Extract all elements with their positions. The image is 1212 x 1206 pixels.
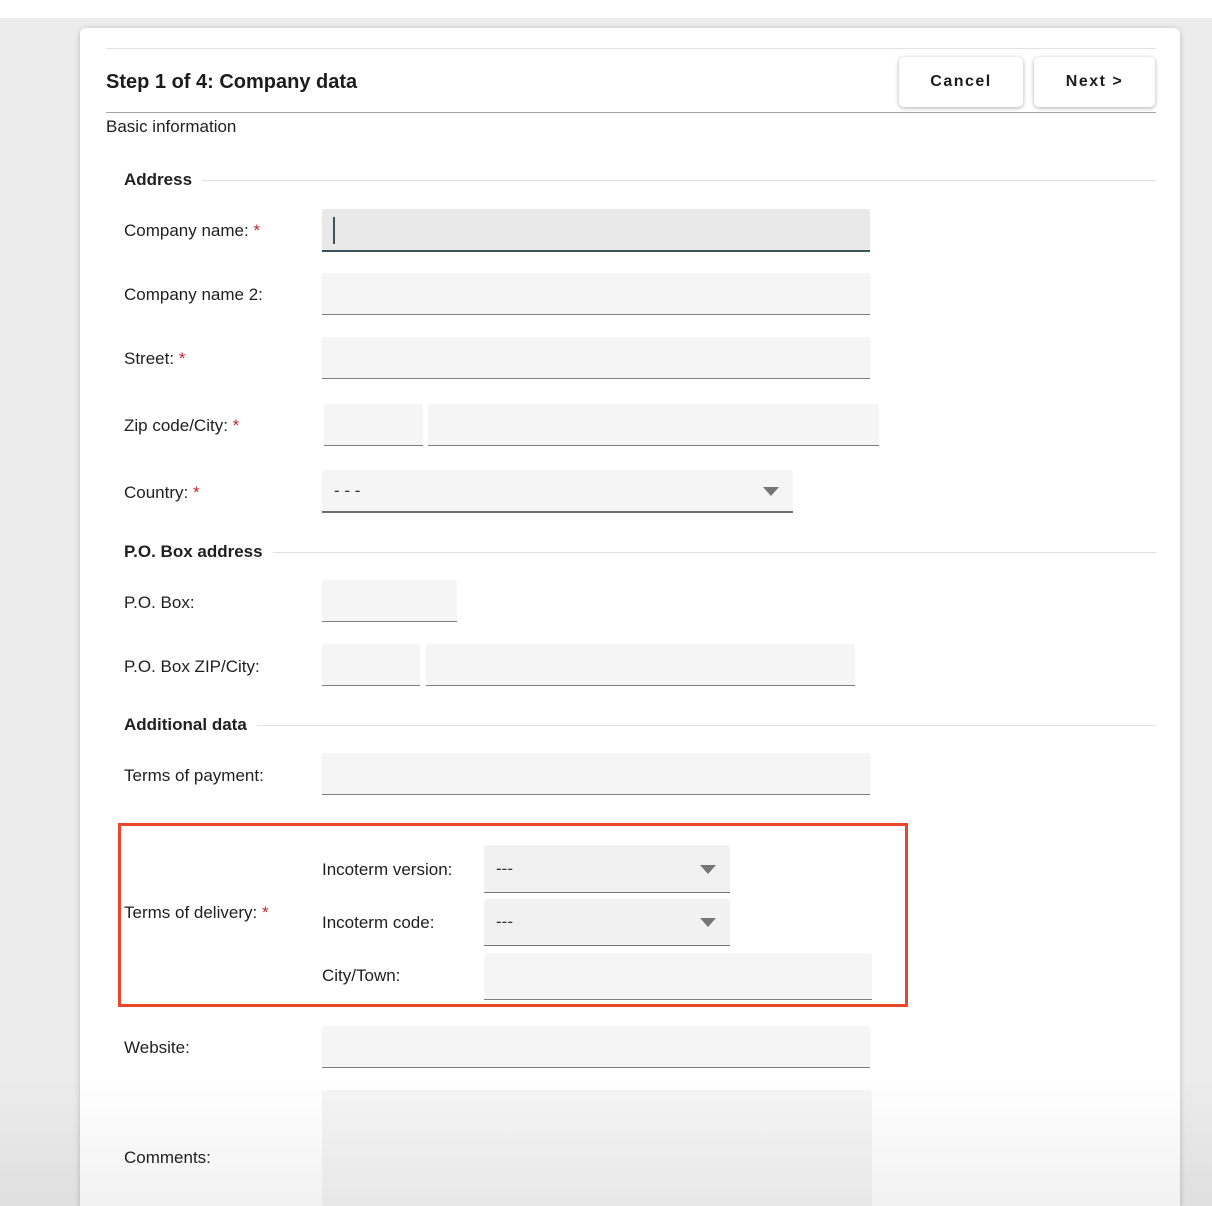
incoterm-version-value: ---	[496, 859, 513, 879]
section-rule	[273, 552, 1156, 553]
city-town-label: City/Town:	[322, 966, 400, 986]
section-address: Address	[124, 170, 1156, 190]
section-address-title: Address	[124, 170, 192, 190]
comments-textarea[interactable]	[322, 1090, 872, 1206]
company-name2-label: Company name 2:	[124, 285, 263, 305]
po-city-input[interactable]	[426, 644, 855, 686]
city-input[interactable]	[428, 404, 879, 446]
po-box-label: P.O. Box:	[124, 593, 195, 613]
country-label: Country: *	[124, 483, 200, 503]
terms-of-delivery-label: Terms of delivery: *	[124, 903, 269, 923]
po-zip-city-label: P.O. Box ZIP/City:	[124, 657, 260, 677]
section-additional-title: Additional data	[124, 715, 247, 735]
incoterm-version-select[interactable]: ---	[484, 845, 730, 893]
incoterm-version-label: Incoterm version:	[322, 860, 452, 880]
country-select-value: - - -	[334, 481, 360, 501]
incoterm-code-select[interactable]: ---	[484, 899, 730, 946]
required-asterisk: *	[233, 416, 240, 435]
page-title: Step 1 of 4: Company data	[106, 71, 357, 94]
street-label: Street: *	[124, 349, 185, 369]
website-input[interactable]	[322, 1026, 870, 1068]
street-input[interactable]	[322, 337, 870, 379]
section-po-box: P.O. Box address	[124, 542, 1156, 562]
required-asterisk: *	[193, 483, 200, 502]
basic-information-label: Basic information	[106, 117, 236, 137]
section-additional: Additional data	[124, 715, 1156, 735]
next-button[interactable]: Next >	[1034, 57, 1155, 107]
required-asterisk: *	[253, 221, 260, 240]
required-asterisk: *	[262, 903, 269, 922]
title-divider	[106, 112, 1156, 113]
section-po-box-title: P.O. Box address	[124, 542, 263, 562]
card-top-divider	[106, 48, 1156, 49]
po-zip-input[interactable]	[322, 644, 420, 686]
required-asterisk: *	[179, 349, 186, 368]
cancel-button[interactable]: Cancel	[899, 57, 1023, 107]
incoterm-code-label: Incoterm code:	[322, 913, 434, 933]
company-name-label: Company name: *	[124, 221, 260, 241]
incoterm-code-value: ---	[496, 912, 513, 932]
city-town-input[interactable]	[484, 953, 872, 1000]
zip-code-input[interactable]	[324, 404, 423, 446]
terms-of-payment-input[interactable]	[322, 753, 870, 795]
company-name2-input[interactable]	[322, 273, 870, 315]
section-rule	[257, 725, 1156, 726]
text-caret	[333, 217, 335, 244]
chevron-down-icon	[700, 865, 716, 874]
comments-label: Comments:	[124, 1148, 211, 1168]
zip-city-label: Zip code/City: *	[124, 416, 239, 436]
company-name-input[interactable]	[322, 209, 870, 252]
terms-of-payment-label: Terms of payment:	[124, 766, 264, 786]
country-select[interactable]: - - -	[322, 470, 793, 513]
wizard-card: Step 1 of 4: Company data Cancel Next > …	[80, 28, 1180, 1206]
po-box-input[interactable]	[322, 580, 457, 622]
chevron-down-icon	[763, 487, 779, 496]
section-rule	[202, 180, 1156, 181]
website-label: Website:	[124, 1038, 190, 1058]
chevron-down-icon	[700, 918, 716, 927]
